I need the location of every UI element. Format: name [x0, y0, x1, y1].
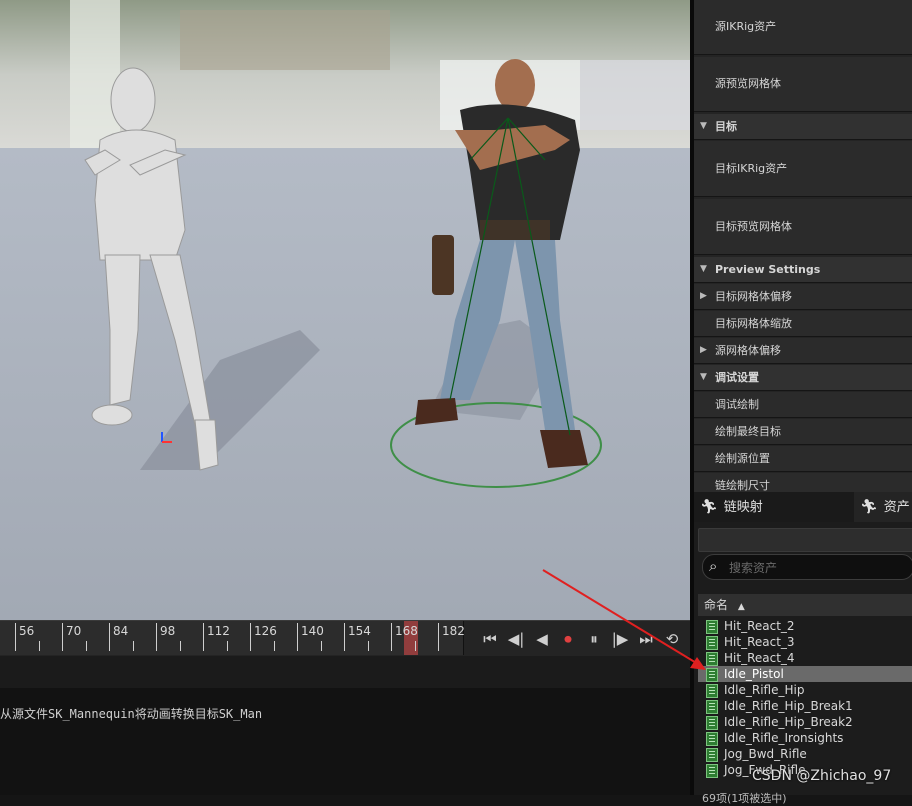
tick-label: 140 [297, 623, 324, 651]
column-header-name[interactable]: 命名 ▲ [698, 594, 912, 616]
list-item[interactable]: Idle_Rifle_Hip [698, 682, 912, 698]
animation-asset-icon [706, 716, 718, 730]
animation-asset-icon [706, 732, 718, 746]
animation-asset-icon [706, 652, 718, 666]
viewport-3d[interactable] [0, 0, 690, 620]
search-icon: ⌕ [709, 557, 718, 575]
tick-label: 168 [391, 623, 418, 651]
minor-tick [227, 641, 228, 651]
category-preview-settings[interactable]: ▼ Preview Settings [694, 257, 912, 283]
minor-tick [39, 641, 40, 651]
minor-tick [368, 641, 369, 651]
collapse-arrow-icon: ▼ [700, 372, 707, 382]
tab-chain-mapping[interactable]: 🏃︎ 链映射 [700, 492, 763, 522]
list-item-selected[interactable]: Idle_Pistol [698, 666, 912, 682]
prop-target-preview-mesh[interactable]: 目标预览网格体 [694, 199, 912, 255]
category-debug-settings[interactable]: ▼ 调试设置 [694, 365, 912, 391]
animation-asset-icon [706, 764, 718, 778]
prop-draw-source-location[interactable]: 绘制源位置 [694, 446, 912, 472]
prop-debug-draw[interactable]: 调试绘制 [694, 392, 912, 418]
animation-asset-icon [706, 748, 718, 762]
tab-asset-browser[interactable]: 🏃︎资产浏 [854, 492, 912, 545]
prop-draw-final-goal[interactable]: 绘制最终目标 [694, 419, 912, 445]
record-icon[interactable]: ⏺ [558, 628, 578, 650]
step-back-icon[interactable]: ◀︎| [506, 628, 526, 650]
pause-icon[interactable]: ⏸ [584, 628, 604, 650]
expand-arrow-icon: ▶ [700, 345, 707, 355]
running-figure-icon: 🏃︎ [700, 499, 718, 515]
prop-target-mesh-offset[interactable]: ▶ 目标网格体偏移 [694, 284, 912, 310]
output-log: 从源文件SK_Mannequin将动画转换目标SK_Man [0, 688, 690, 795]
loop-icon[interactable]: ⟲ [662, 628, 682, 650]
prop-source-preview-mesh[interactable]: 源预览网格体 [694, 57, 912, 112]
tick-label: 154 [344, 623, 371, 651]
sort-ascending-icon: ▲ [737, 602, 745, 612]
category-target[interactable]: ▼ 目标 [694, 114, 912, 140]
minor-tick [180, 641, 181, 651]
prop-source-ikrig[interactable]: 源IKRig资产 [694, 0, 912, 55]
tick-label: 56 [15, 623, 34, 651]
minor-tick [274, 641, 275, 651]
collapse-arrow-icon: ▼ [700, 121, 707, 131]
details-panel: 源IKRig资产 源预览网格体 ▼ 目标 目标IKRig资产 目标预览网格体 ▼ P… [694, 0, 912, 492]
tick-label: 182 [438, 623, 465, 651]
skip-to-end-icon[interactable]: ⏭ [636, 628, 656, 650]
minor-tick [321, 641, 322, 651]
list-item[interactable]: Hit_React_3 [698, 634, 912, 650]
minor-tick [415, 641, 416, 651]
asset-filter-bar[interactable] [698, 528, 912, 552]
step-forward-icon[interactable]: |▶ [610, 628, 630, 650]
watermark: CSDN @Zhichao_97 [752, 768, 892, 784]
play-reverse-icon[interactable]: ◀ [532, 628, 552, 650]
tick-label: 98 [156, 623, 175, 651]
list-item[interactable]: Jog_Bwd_Rifle [698, 746, 912, 762]
list-item[interactable]: Idle_Rifle_Hip_Break1 [698, 698, 912, 714]
expand-arrow-icon: ▶ [700, 291, 707, 301]
search-input[interactable]: ⌕ 搜索资产 [702, 554, 912, 580]
animation-asset-icon [706, 684, 718, 698]
timeline-footer [0, 656, 690, 688]
list-item[interactable]: Hit_React_2 [698, 618, 912, 634]
tick-label: 70 [62, 623, 81, 651]
tick-label: 84 [109, 623, 128, 651]
asset-list: Hit_React_2 Hit_React_3 Hit_React_4 Idle… [698, 618, 912, 778]
output-message: 从源文件SK_Mannequin将动画转换目标SK_Man [0, 707, 263, 721]
asset-count: 69项(1项被选中) [702, 792, 787, 805]
asset-browser: ⌕ 搜索资产 命名 ▲ Hit_React_2 Hit_React_3 Hit_… [694, 522, 912, 805]
animation-asset-icon [706, 700, 718, 714]
animation-asset-icon [706, 668, 718, 682]
prop-chain-draw-size[interactable]: 链绘制尺寸 [694, 473, 912, 492]
list-item[interactable]: Idle_Rifle_Hip_Break2 [698, 714, 912, 730]
transport-controls: ⏮ ◀︎| ◀ ⏺ ⏸ |▶ ⏭ ⟲ [480, 627, 682, 651]
collapse-arrow-icon: ▼ [700, 264, 707, 274]
skip-to-start-icon[interactable]: ⏮ [480, 628, 500, 650]
prop-source-mesh-offset[interactable]: ▶ 源网格体偏移 [694, 338, 912, 364]
prop-target-ikrig[interactable]: 目标IKRig资产 [694, 141, 912, 197]
tick-label: 112 [203, 623, 230, 651]
panel-tabs: 🏃︎链映射 🏃︎资产浏 [694, 492, 912, 545]
timeline-ruler[interactable]: 56 70 84 98 112 126 140 154 168 182 [0, 621, 465, 655]
list-item[interactable]: Idle_Rifle_Ironsights [698, 730, 912, 746]
tick-label: 126 [250, 623, 277, 651]
animation-asset-icon [706, 620, 718, 634]
minor-tick [133, 641, 134, 651]
timeline[interactable]: 56 70 84 98 112 126 140 154 168 182 ⏮ ◀︎… [0, 620, 690, 657]
list-item[interactable]: Hit_React_4 [698, 650, 912, 666]
prop-target-mesh-scale[interactable]: 目标网格体缩放 [694, 311, 912, 337]
minor-tick [86, 641, 87, 651]
search-placeholder: 搜索资产 [729, 561, 778, 575]
animation-asset-icon [706, 636, 718, 650]
running-figure-icon: 🏃︎ [860, 499, 878, 515]
